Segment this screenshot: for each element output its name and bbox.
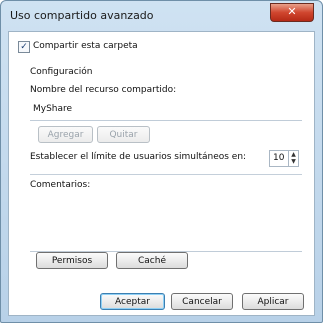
window-title: Uso compartido avanzado — [10, 9, 154, 22]
share-folder-label[interactable]: Compartir esta carpeta — [33, 41, 138, 51]
remove-button[interactable]: Quitar — [97, 126, 150, 143]
config-section-label: Configuración — [30, 67, 93, 77]
user-limit-label: Establecer el límite de usuarios simultá… — [30, 152, 247, 162]
close-icon: ✕ — [287, 5, 297, 18]
checkmark-icon: ✓ — [20, 42, 28, 52]
apply-button[interactable]: Aplicar — [242, 293, 304, 310]
dialog-window: Uso compartido avanzado ✕ ✓ Compartir es… — [0, 0, 323, 323]
share-name-field[interactable]: MyShare — [30, 100, 302, 121]
share-folder-checkbox[interactable]: ✓ — [18, 41, 30, 53]
share-name-label: Nombre del recurso compartido: — [30, 85, 177, 95]
permissions-button[interactable]: Permisos — [36, 252, 108, 269]
dialog-content: ✓ Compartir esta carpeta Configuración N… — [8, 31, 315, 316]
add-button[interactable]: Agregar — [38, 126, 93, 143]
title-bar[interactable]: Uso compartido avanzado ✕ — [1, 1, 322, 31]
user-limit-value: 10 — [273, 153, 285, 163]
cache-button[interactable]: Caché — [116, 252, 188, 269]
comments-field[interactable] — [30, 193, 302, 252]
close-button[interactable]: ✕ — [270, 3, 314, 22]
cancel-button[interactable]: Cancelar — [171, 293, 233, 310]
share-name-value: MyShare — [33, 104, 73, 114]
user-limit-spinner[interactable]: 10 ▲ ▼ — [269, 150, 299, 167]
spinner-arrows: ▲ ▼ — [288, 151, 298, 166]
ok-button[interactable]: Aceptar — [100, 293, 165, 310]
comments-label: Comentarios: — [30, 180, 91, 190]
spinner-down-icon[interactable]: ▼ — [289, 158, 298, 165]
divider — [30, 174, 302, 175]
spinner-up-icon[interactable]: ▲ — [289, 151, 298, 158]
